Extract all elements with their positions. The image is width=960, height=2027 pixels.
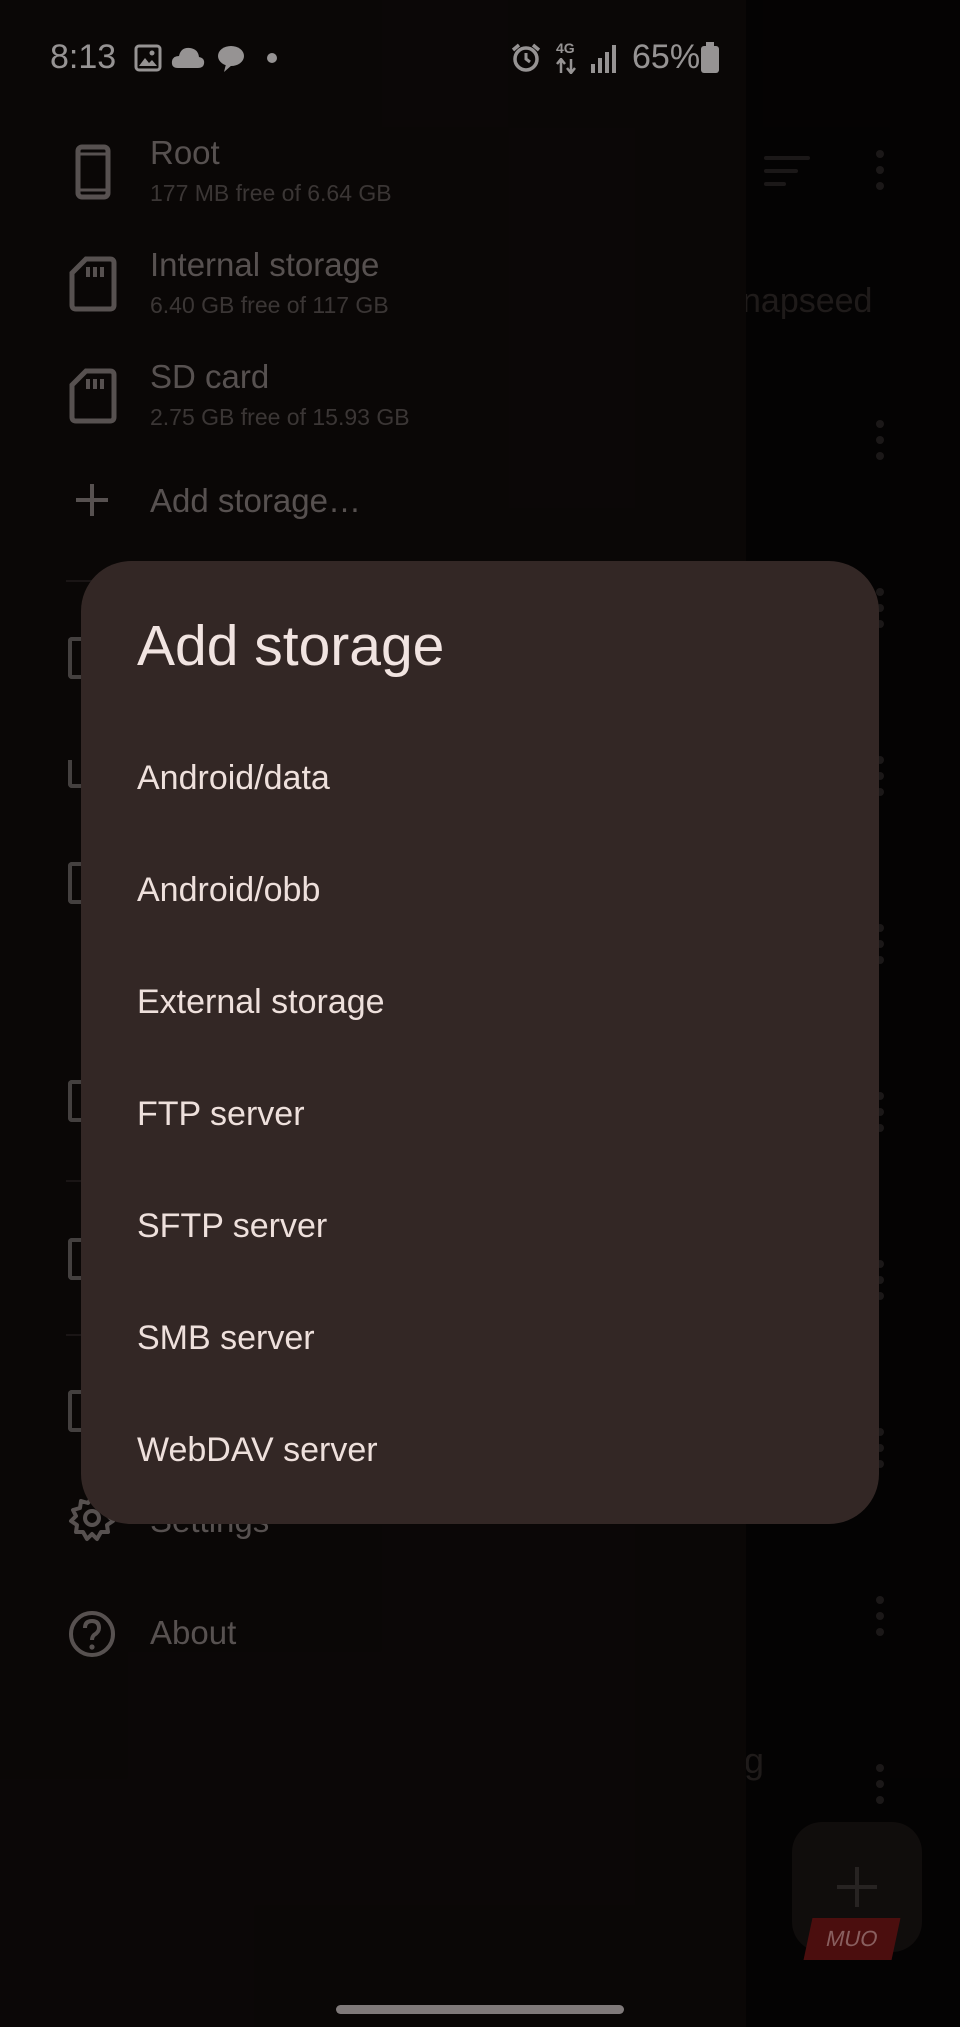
option-ftp-server[interactable]: FTP server <box>81 1059 879 1171</box>
option-android-obb[interactable]: Android/obb <box>81 835 879 947</box>
option-webdav-server[interactable]: WebDAV server <box>81 1395 879 1507</box>
option-label: Android/data <box>137 759 330 797</box>
add-storage-dialog: Add storage Android/data Android/obb Ext… <box>81 561 879 1524</box>
option-label: SMB server <box>137 1319 315 1357</box>
gesture-home-bar[interactable] <box>336 2005 624 2014</box>
option-smb-server[interactable]: SMB server <box>81 1283 879 1395</box>
option-external-storage[interactable]: External storage <box>81 947 879 1059</box>
dialog-title: Add storage <box>137 614 445 678</box>
option-label: WebDAV server <box>137 1431 378 1469</box>
option-label: SFTP server <box>137 1207 328 1245</box>
option-label: External storage <box>137 983 385 1021</box>
option-android-data[interactable]: Android/data <box>81 723 879 835</box>
option-sftp-server[interactable]: SFTP server <box>81 1171 879 1283</box>
option-label: FTP server <box>137 1095 305 1133</box>
option-label: Android/obb <box>137 871 321 909</box>
